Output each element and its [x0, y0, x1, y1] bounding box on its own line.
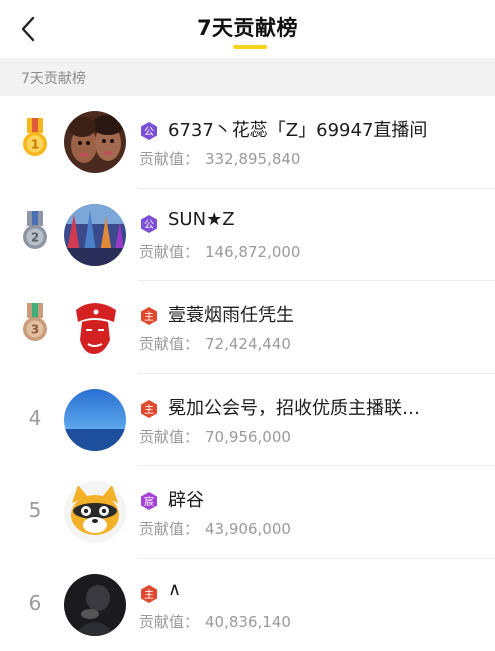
badge-icon: 主: [139, 584, 159, 604]
badge-icon: 公: [139, 121, 159, 141]
silver-medal-icon: 2: [20, 211, 50, 253]
list-item[interactable]: 4 主 冕加公会号，招收优质主播联… 贡献值： 70,956,000: [0, 374, 495, 467]
top-bar: 7天贡献榜: [0, 0, 495, 56]
avatar[interactable]: [64, 481, 126, 543]
contribution-value: 40,836,140: [205, 613, 291, 631]
list-item[interactable]: 6 主 ∧ 贡献值： 40,836,140: [0, 559, 495, 651]
list-item[interactable]: 2 公 SUN★Z 贡献值： 146,872,000: [0, 189, 495, 282]
badge-char: 公: [144, 127, 154, 138]
contribution-label: 贡献值：: [139, 613, 199, 631]
avatar[interactable]: [64, 574, 126, 636]
medal-rank: 3: [31, 323, 39, 337]
contribution: 贡献值： 146,872,000: [139, 241, 300, 262]
contribution-label: 贡献值：: [139, 520, 199, 538]
contribution: 贡献值： 72,424,440: [139, 333, 291, 354]
title-underline: [233, 45, 267, 49]
badge-icon: 公: [139, 214, 159, 234]
badge-icon: 主: [139, 399, 159, 419]
user-name: SUN★Z: [168, 209, 235, 230]
rank-number: 6: [20, 591, 50, 615]
rank-number: 4: [20, 406, 50, 430]
badge-char: 宸: [144, 495, 154, 508]
user-name: 壹蓑烟雨任凭生: [168, 301, 294, 327]
contribution-value: 332,895,840: [205, 150, 300, 168]
badge-char: 主: [144, 589, 154, 601]
contribution-value: 72,424,440: [205, 335, 291, 353]
contribution-label: 贡献值：: [139, 150, 199, 168]
medal-rank: 2: [31, 230, 39, 244]
bronze-medal-icon: 3: [20, 303, 50, 345]
user-name: 辟谷: [168, 486, 204, 512]
avatar[interactable]: [64, 111, 126, 173]
contribution-value: 70,956,000: [205, 428, 291, 446]
user-name: 冕加公会号，招收优质主播联…: [168, 394, 420, 420]
contribution: 贡献值： 43,906,000: [139, 518, 291, 539]
list-item[interactable]: 5 宸 辟谷 贡献值： 43,906,000: [0, 466, 495, 559]
list-item[interactable]: 3 主 壹蓑烟雨任凭生 贡献值： 72,424,440: [0, 281, 495, 374]
contribution: 贡献值： 70,956,000: [139, 426, 291, 447]
contribution-value: 146,872,000: [205, 243, 300, 261]
user-name: 6737丶花蕊「Z」69947直播间: [168, 116, 427, 142]
medal-rank: 1: [31, 138, 39, 152]
badge-char: 主: [144, 311, 154, 323]
contribution-value: 43,906,000: [205, 520, 291, 538]
contribution-label: 贡献值：: [139, 428, 199, 446]
ranking-list: 1 公 6737丶花蕊「Z」69947直播间 贡献值： 332,895,840: [0, 96, 495, 651]
badge-icon: 宸: [139, 491, 159, 511]
badge-char: 主: [144, 404, 154, 416]
page-title: 7天贡献榜: [0, 12, 495, 42]
contribution: 贡献值： 40,836,140: [139, 611, 291, 632]
avatar[interactable]: [64, 389, 126, 451]
avatar[interactable]: [64, 296, 126, 358]
section-header: 7天贡献榜: [0, 58, 495, 96]
badge-icon: 主: [139, 306, 159, 326]
badge-char: 公: [144, 220, 154, 231]
list-item[interactable]: 1 公 6737丶花蕊「Z」69947直播间 贡献值： 332,895,840: [0, 96, 495, 189]
contribution-label: 贡献值：: [139, 243, 199, 261]
rank-number: 5: [20, 498, 50, 522]
avatar[interactable]: [64, 204, 126, 266]
contribution-label: 贡献值：: [139, 335, 199, 353]
section-label: 7天贡献榜: [21, 68, 86, 88]
user-name: ∧: [168, 579, 181, 600]
gold-medal-icon: 1: [20, 118, 50, 160]
contribution: 贡献值： 332,895,840: [139, 148, 300, 169]
